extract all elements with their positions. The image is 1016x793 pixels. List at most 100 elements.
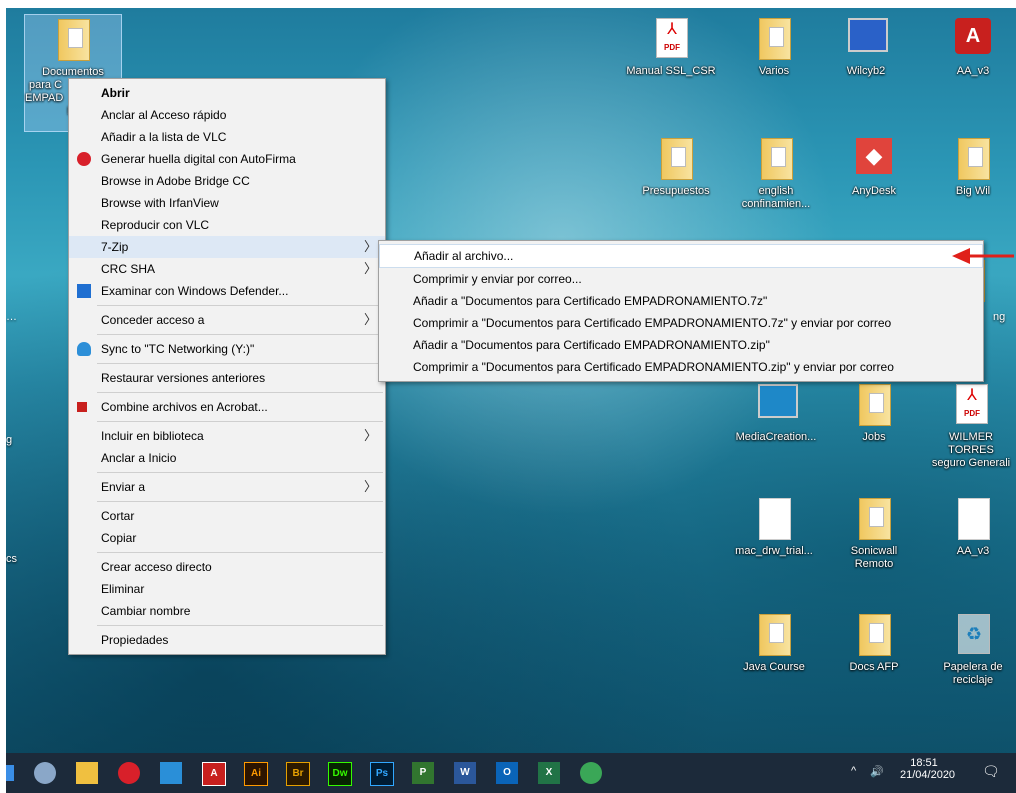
menu-item-sync-to-tc-networking-y[interactable]: Sync to "TC Networking (Y:)" xyxy=(69,338,385,360)
menu-item-abrir[interactable]: Abrir xyxy=(69,82,385,104)
media-creation-tool-icon xyxy=(756,384,798,428)
zip-menu-item[interactable]: Comprimir y enviar por correo... xyxy=(379,268,983,290)
media-icon[interactable] xyxy=(160,762,182,784)
menu-item-generar-huella-digital-con-autofirma[interactable]: Generar huella digital con AutoFirma xyxy=(69,148,385,170)
chevron-right-icon: 〉 xyxy=(363,239,377,254)
start-button[interactable] xyxy=(6,765,14,781)
desktop-icon-manual-ssl[interactable]: ⅄ PDF Manual SSL_CSR xyxy=(626,18,716,78)
menu-separator xyxy=(97,334,383,335)
excel-icon[interactable]: X xyxy=(538,762,560,784)
desktop-icon-presupuestos[interactable]: Presupuestos xyxy=(636,138,716,198)
zip-menu-item[interactable]: Añadir al archivo... xyxy=(379,244,983,268)
outlook-icon[interactable]: O xyxy=(496,762,518,784)
folder-icon xyxy=(656,138,696,182)
desktop-icon-english[interactable]: english confinamien... xyxy=(736,138,816,211)
menu-item-browse-in-adobe-bridge-cc[interactable]: Browse in Adobe Bridge CC xyxy=(69,170,385,192)
folder-icon xyxy=(756,138,796,182)
dreamweaver-icon[interactable]: Dw xyxy=(328,762,352,786)
menu-item-enviar-a[interactable]: Enviar a 〉 xyxy=(69,476,385,498)
desktop-icon-label: Sonicwall xyxy=(850,545,898,557)
autocad-icon[interactable]: A xyxy=(202,762,226,786)
menu-separator xyxy=(97,552,383,553)
desktop-icon-docs-afp[interactable]: Docs AFP xyxy=(834,614,914,674)
desktop-icon-big-wil[interactable]: Big Wil xyxy=(933,138,1013,198)
anydesk-icon: ◆ xyxy=(854,138,894,182)
chevron-right-icon: 〉 xyxy=(363,428,377,443)
menu-item-propiedades[interactable]: Propiedades xyxy=(69,629,385,651)
desktop-icon-label: AA_v3 xyxy=(956,65,990,77)
bridge-icon[interactable]: Br xyxy=(286,762,310,786)
menu-separator xyxy=(97,305,383,306)
word-icon[interactable]: W xyxy=(454,762,476,784)
chevron-right-icon: 〉 xyxy=(363,479,377,494)
clock-time: 18:51 xyxy=(910,757,938,769)
clock[interactable]: 18:51 21/04/2020 xyxy=(900,757,956,781)
zip-menu-item[interactable]: Añadir a "Documentos para Certificado EM… xyxy=(379,334,983,356)
zip-menu-item[interactable]: Comprimir a "Documentos para Certificado… xyxy=(379,356,983,378)
menu-item-anclar-al-acceso-r-pido[interactable]: Anclar al Acceso rápido xyxy=(69,104,385,126)
menu-item-cambiar-nombre[interactable]: Cambiar nombre xyxy=(69,600,385,622)
recorder-icon[interactable] xyxy=(118,762,140,784)
desktop-icon-java-course[interactable]: Java Course xyxy=(734,614,814,674)
photoshop-icon[interactable]: Ps xyxy=(370,762,394,786)
volume-icon[interactable]: 🔊 xyxy=(870,765,884,778)
zip-menu-item-label: Añadir al archivo... xyxy=(414,249,514,263)
desktop-icon-label: Wilcyb2 xyxy=(846,65,886,77)
desktop-icon-papelera[interactable]: ♻ Papelera de reciclaje xyxy=(933,614,1013,687)
pdf-icon: ⅄ PDF xyxy=(951,384,991,428)
desktop-icon-wilmer[interactable]: ⅄ PDF WILMER TORRES seguro Generali xyxy=(926,384,1016,470)
desktop-icon-label: Manual SSL_CSR xyxy=(626,65,716,77)
illustrator-icon[interactable]: Ai xyxy=(244,762,268,786)
desktop-icon-label: AnyDesk xyxy=(851,185,897,197)
tools-icon[interactable] xyxy=(34,762,56,784)
menu-item-combine-archivos-en-acrobat[interactable]: Combine archivos en Acrobat... xyxy=(69,396,385,418)
project-icon[interactable]: P xyxy=(412,762,434,784)
desktop-icon-wilcyb2[interactable]: Wilcyb2 xyxy=(826,18,906,78)
menu-item-7-zip[interactable]: 7-Zip 〉 xyxy=(69,236,385,258)
menu-item-label: Crear acceso directo xyxy=(101,560,212,574)
desktop-icon-anydesk[interactable]: ◆ AnyDesk xyxy=(834,138,914,198)
zip-menu-item[interactable]: Comprimir a "Documentos para Certificado… xyxy=(379,312,983,334)
desktop-icon-aa-v3[interactable]: A AA_v3 xyxy=(933,18,1013,78)
folder-icon xyxy=(854,498,894,542)
menu-item-reproducir-con-vlc[interactable]: Reproducir con VLC xyxy=(69,214,385,236)
desktop-icon-aa-v3-file[interactable]: AA_v3 xyxy=(933,498,1013,558)
menu-item-a-adir-a-la-lista-de-vlc[interactable]: Añadir a la lista de VLC xyxy=(69,126,385,148)
desktop-icon-mediacreation[interactable]: MediaCreation... xyxy=(728,384,824,444)
desktop-icon-mac-drw[interactable]: mac_drw_trial... xyxy=(726,498,822,558)
folder-icon xyxy=(854,614,894,658)
zip-menu-item[interactable]: Añadir a "Documentos para Certificado EM… xyxy=(379,290,983,312)
clock-date: 21/04/2020 xyxy=(900,769,956,781)
acrobat-icon xyxy=(77,402,87,412)
menu-item-cortar[interactable]: Cortar xyxy=(69,505,385,527)
folder-icon xyxy=(754,18,794,62)
menu-item-label: CRC SHA xyxy=(101,262,156,276)
desktop-icon-varios[interactable]: Varios xyxy=(734,18,814,78)
file-explorer-icon[interactable] xyxy=(76,762,98,784)
action-center-icon[interactable]: 🗨 xyxy=(982,763,1000,780)
menu-item-crear-acceso-directo[interactable]: Crear acceso directo xyxy=(69,556,385,578)
desktop-icon-sonicwall[interactable]: Sonicwall Remoto xyxy=(834,498,914,571)
menu-item-crc-sha[interactable]: CRC SHA 〉 xyxy=(69,258,385,280)
desktop-icon-label: Varios xyxy=(758,65,790,77)
menu-item-anclar-a-inicio[interactable]: Anclar a Inicio xyxy=(69,447,385,469)
menu-separator xyxy=(97,421,383,422)
network-computer-icon xyxy=(846,18,888,62)
menu-item-label: Abrir xyxy=(101,86,130,100)
cloud-sync-icon xyxy=(77,342,91,356)
menu-item-incluir-en-biblioteca[interactable]: Incluir en biblioteca 〉 xyxy=(69,425,385,447)
menu-item-label: Browse in Adobe Bridge CC xyxy=(101,174,250,188)
menu-item-eliminar[interactable]: Eliminar xyxy=(69,578,385,600)
menu-item-examinar-con-windows-defender[interactable]: Examinar con Windows Defender... xyxy=(69,280,385,302)
menu-item-copiar[interactable]: Copiar xyxy=(69,527,385,549)
desktop-icon-label: Presupuestos xyxy=(642,185,710,197)
autofirma-icon xyxy=(77,152,91,166)
menu-item-restaurar-versiones-anteriores[interactable]: Restaurar versiones anteriores xyxy=(69,367,385,389)
desktop-icon-label: Jobs xyxy=(862,431,886,443)
desktop-icon-jobs[interactable]: Jobs xyxy=(834,384,914,444)
menu-item-label: Enviar a xyxy=(101,480,146,494)
chrome-icon[interactable] xyxy=(580,762,602,784)
tray-chevron-icon[interactable]: ^ xyxy=(851,765,856,777)
menu-item-conceder-acceso-a[interactable]: Conceder acceso a 〉 xyxy=(69,309,385,331)
menu-item-browse-with-irfanview[interactable]: Browse with IrfanView xyxy=(69,192,385,214)
